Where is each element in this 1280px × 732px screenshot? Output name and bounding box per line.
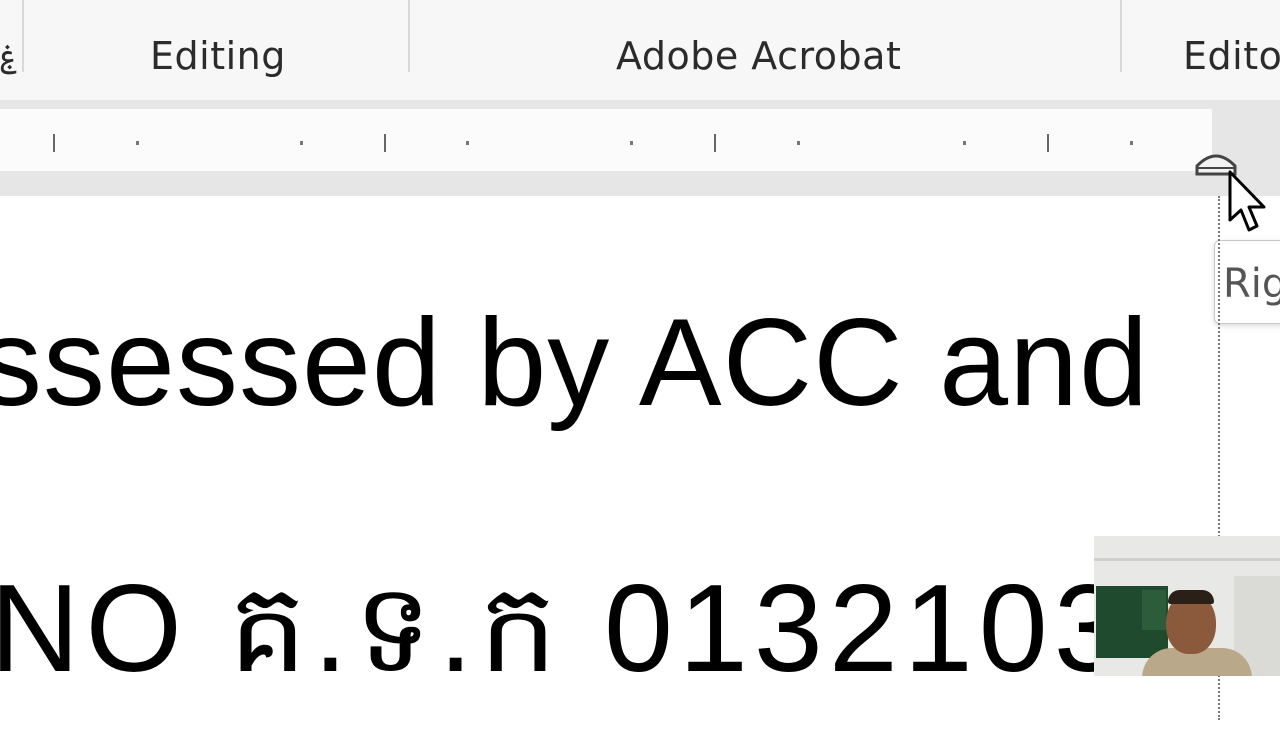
ribbon-group-editing[interactable]: Editing bbox=[150, 34, 286, 78]
previous-group-icon: ۼ bbox=[0, 38, 18, 73]
ruler-tick bbox=[630, 141, 633, 145]
ruler-tick bbox=[1130, 141, 1133, 145]
right-indent-tooltip: Rig bbox=[1214, 240, 1280, 324]
ruler-tick bbox=[963, 141, 966, 145]
ruler-tick bbox=[1047, 134, 1049, 152]
ruler-tick bbox=[714, 134, 716, 152]
document-text-line[interactable]: ssessed by ACC and bbox=[0, 292, 1149, 434]
mouse-pointer-icon bbox=[1228, 170, 1266, 232]
ruler-tick bbox=[797, 141, 800, 145]
tooltip-text: Rig bbox=[1223, 261, 1280, 307]
ribbon-group-editor[interactable]: Edito bbox=[1183, 34, 1280, 78]
webcam-background bbox=[1142, 590, 1166, 630]
webcam-background bbox=[1094, 558, 1280, 561]
ruler-tick bbox=[136, 141, 139, 145]
ruler-tick bbox=[53, 134, 55, 152]
ruler-tick bbox=[300, 141, 303, 145]
ribbon-separator bbox=[22, 0, 24, 72]
ruler-tick bbox=[466, 141, 469, 145]
ribbon-group-labels: ۼ Editing Adobe Acrobat Edito bbox=[0, 0, 1280, 101]
document-text-line[interactable]: NO គ.ទ.ក 0132103 bbox=[0, 550, 1129, 732]
ribbon-group-adobe-acrobat[interactable]: Adobe Acrobat bbox=[616, 34, 901, 78]
presenter-webcam-video bbox=[1094, 536, 1280, 676]
ruler-tick bbox=[384, 134, 386, 152]
ribbon-separator bbox=[408, 0, 410, 72]
horizontal-ruler[interactable] bbox=[0, 109, 1212, 171]
presenter-figure bbox=[1168, 590, 1214, 604]
ribbon-separator bbox=[1120, 0, 1122, 72]
